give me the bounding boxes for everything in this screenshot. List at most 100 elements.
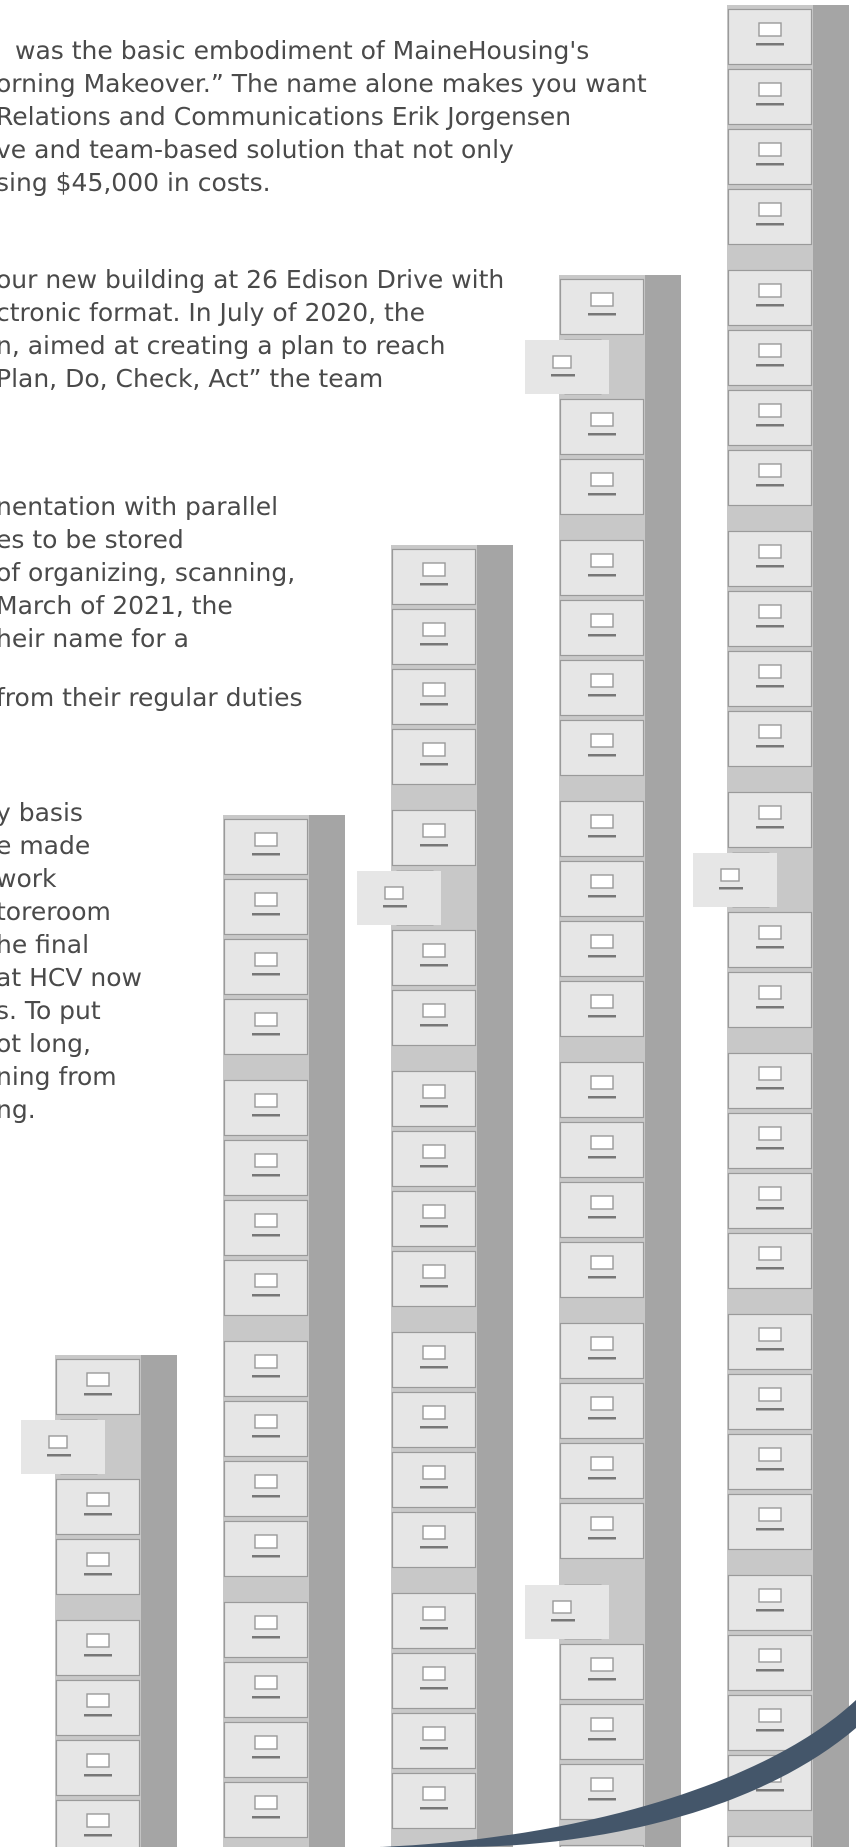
drawer (559, 1121, 645, 1179)
drawer-handle (252, 1174, 280, 1177)
drawer (559, 1382, 645, 1440)
drawer-label (422, 1666, 446, 1681)
drawer-handle (756, 826, 784, 829)
drawer (55, 1739, 141, 1797)
drawer-label (254, 1795, 278, 1810)
drawer-label (86, 1753, 110, 1768)
drawer-label (758, 1126, 782, 1141)
drawer (727, 1574, 813, 1632)
drawer-handle (756, 1087, 784, 1090)
drawer (559, 1322, 645, 1380)
drawer-handle (420, 1486, 448, 1489)
drawer-handle (756, 43, 784, 46)
drawer-handle (588, 1096, 616, 1099)
drawer-handle (756, 565, 784, 568)
drawer-handle (756, 484, 784, 487)
drawer-label (422, 823, 446, 838)
drawer-label (254, 1414, 278, 1429)
drawer-label (590, 1396, 614, 1411)
drawer-handle (252, 1816, 280, 1819)
drawer-handle (84, 1654, 112, 1657)
drawer (391, 989, 477, 1047)
drawer-label (758, 1588, 782, 1603)
filing-cabinet (693, 5, 849, 1847)
drawer (559, 539, 645, 597)
drawer-handle (756, 1207, 784, 1210)
drawer-label (422, 1726, 446, 1741)
drawer (727, 1634, 813, 1692)
drawer (391, 1652, 477, 1710)
drawer-label (590, 1456, 614, 1471)
drawer-handle (84, 1573, 112, 1576)
drawer-label (254, 1213, 278, 1228)
drawer-label (720, 868, 740, 882)
drawer-handle (47, 1454, 71, 1457)
drawer-handle (252, 1756, 280, 1759)
drawer (727, 650, 813, 708)
drawer-label (422, 1405, 446, 1420)
drawer (727, 1172, 813, 1230)
drawer-handle (756, 1267, 784, 1270)
drawer (559, 860, 645, 918)
drawer-handle (252, 1114, 280, 1117)
filing-cabinet (525, 275, 681, 1847)
drawer-handle (756, 1468, 784, 1471)
drawer-label (48, 1435, 68, 1449)
drawer (391, 809, 477, 867)
drawer-handle (588, 1798, 616, 1801)
drawer-label (758, 22, 782, 37)
drawer-label (552, 355, 572, 369)
drawer-label (86, 1813, 110, 1828)
drawer (559, 1643, 645, 1701)
cabinet-side (645, 275, 681, 1847)
drawer-handle (84, 1714, 112, 1717)
drawer-handle (756, 163, 784, 166)
drawer-handle (756, 625, 784, 628)
drawer-label (590, 673, 614, 688)
drawer (727, 68, 813, 126)
drawer (727, 128, 813, 186)
drawer (727, 530, 813, 588)
drawer-label (86, 1552, 110, 1567)
drawer-label (422, 1525, 446, 1540)
drawer-handle (588, 1156, 616, 1159)
drawer-label (758, 1648, 782, 1663)
drawer (391, 548, 477, 606)
drawer-handle (420, 844, 448, 847)
drawer-label (422, 943, 446, 958)
drawer-label (422, 1606, 446, 1621)
drawer-label (758, 1507, 782, 1522)
drawer-label (422, 1345, 446, 1360)
drawer-handle (420, 1165, 448, 1168)
drawer (727, 389, 813, 447)
drawer-label (384, 886, 404, 900)
drawer (727, 1493, 813, 1551)
drawer-handle (252, 853, 280, 856)
drawer (727, 269, 813, 327)
drawer-label (254, 952, 278, 967)
drawer-label (254, 1474, 278, 1489)
drawer-label (590, 472, 614, 487)
drawer-handle (420, 964, 448, 967)
drawer-handle (588, 895, 616, 898)
drawer-label (758, 283, 782, 298)
drawer-handle (84, 1834, 112, 1837)
drawer-label (758, 925, 782, 940)
drawer (559, 398, 645, 456)
drawer (391, 1712, 477, 1770)
drawer (391, 1130, 477, 1188)
drawer-label (590, 874, 614, 889)
drawer (55, 1478, 141, 1536)
drawer-handle (588, 835, 616, 838)
drawer-handle (252, 1234, 280, 1237)
drawer (727, 1835, 813, 1847)
drawer (727, 1232, 813, 1290)
drawer-handle (588, 1537, 616, 1540)
drawer-label (758, 202, 782, 217)
drawer-label (758, 142, 782, 157)
filing-cabinets (21, 5, 849, 1847)
drawer (559, 599, 645, 657)
drawer-label (590, 1516, 614, 1531)
drawer-label (758, 664, 782, 679)
drawer-handle (588, 1216, 616, 1219)
